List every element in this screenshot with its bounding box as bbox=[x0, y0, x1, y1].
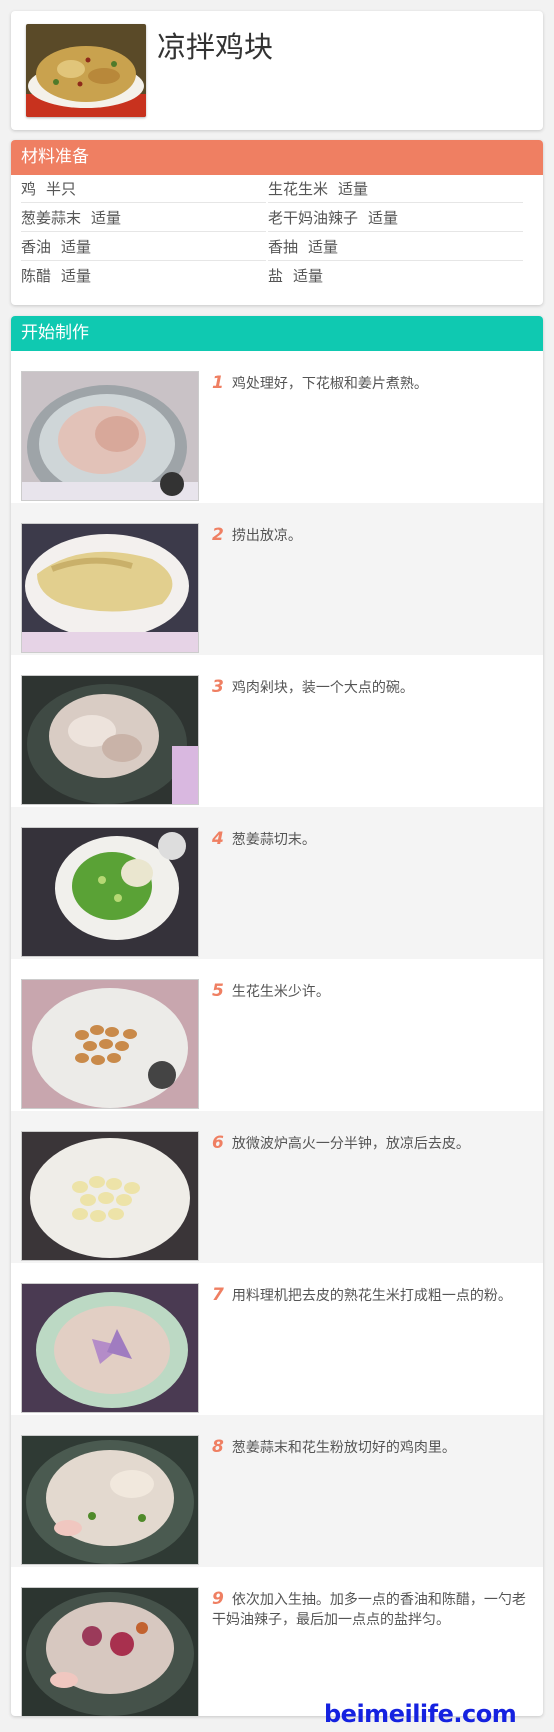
steps-header: 开始制作 bbox=[11, 316, 543, 351]
recipe-cover-image[interactable] bbox=[26, 24, 146, 117]
ingredient-name: 香油 bbox=[21, 238, 52, 256]
step-text: 捞出放凉。 bbox=[231, 528, 302, 544]
step-number: 1 bbox=[212, 373, 224, 393]
step-number: 2 bbox=[212, 525, 224, 545]
steps-card: 开始制作 1 鸡处理好，下花椒和姜片煮熟。 2 捞出放凉。 3 鸡肉剁块，装一个大点的… bbox=[11, 316, 543, 1716]
step-text: 生花生米少许。 bbox=[231, 984, 330, 1000]
step-text: 鸡肉剁块，装一个大点的碗。 bbox=[231, 680, 414, 696]
step-text: 放微波炉高火一分半钟，放凉后去皮。 bbox=[231, 1136, 470, 1152]
step-number: 8 bbox=[212, 1437, 224, 1457]
ingredients-row: 鸡半只 生花生米 适量 bbox=[11, 175, 543, 204]
ingredient-item: 葱姜蒜末 适量 bbox=[21, 204, 266, 232]
step-number: 9 bbox=[212, 1589, 224, 1609]
ingredient-name: 生花生米 bbox=[268, 180, 329, 198]
ingredients-row: 葱姜蒜末 适量 老干妈油辣子 适量 bbox=[11, 204, 543, 233]
step-item: 6 放微波炉高火一分半钟，放凉后去皮。 bbox=[11, 1111, 543, 1263]
step-description: 1 鸡处理好，下花椒和姜片煮熟。 bbox=[212, 373, 530, 394]
step-text: 用料理机把去皮的熟花生米打成粗一点的粉。 bbox=[231, 1288, 512, 1304]
ingredient-item: 香油 适量 bbox=[21, 233, 266, 261]
ingredient-amount: 适量 bbox=[61, 267, 92, 285]
step-text: 葱姜蒜切末。 bbox=[231, 832, 316, 848]
ingredient-amount: 适量 bbox=[338, 180, 369, 198]
ingredient-item: 陈醋 适量 bbox=[21, 262, 266, 290]
step-photo[interactable] bbox=[21, 371, 199, 501]
ingredients-header: 材料准备 bbox=[11, 140, 543, 175]
step-item: 7 用料理机把去皮的熟花生米打成粗一点的粉。 bbox=[11, 1263, 543, 1415]
ingredient-amount: 适量 bbox=[61, 238, 92, 256]
ingredients-row: 陈醋 适量 盐适量 bbox=[11, 262, 543, 291]
ingredients-list: 鸡半只 生花生米 适量 葱姜蒜末 适量 老干妈油辣子 适量 香油 适量 香抽 适量 陈醋适… bbox=[11, 175, 543, 291]
step-text: 鸡处理好，下花椒和姜片煮熟。 bbox=[231, 376, 428, 392]
ingredient-name: 香抽 bbox=[268, 238, 299, 256]
step-text: 葱姜蒜末和花生粉放切好的鸡肉里。 bbox=[231, 1440, 456, 1456]
step-description: 5 生花生米少许。 bbox=[212, 981, 530, 1002]
site-watermark: beimeilife.com bbox=[324, 1700, 517, 1728]
ingredient-name: 老干妈油辣子 bbox=[268, 209, 359, 227]
step-photo[interactable] bbox=[21, 1435, 199, 1565]
ingredient-item: 香抽 适量 bbox=[268, 233, 523, 261]
step-description: 2 捞出放凉。 bbox=[212, 525, 530, 546]
ingredient-amount: 半只 bbox=[46, 180, 77, 198]
ingredient-item: 鸡半只 bbox=[21, 175, 266, 203]
step-text: 依次加入生抽。加多一点的香油和陈醋，一勺老干妈油辣子，最后加一点点的盐拌匀。 bbox=[212, 1592, 526, 1628]
step-photo[interactable] bbox=[21, 979, 199, 1109]
ingredients-card: 材料准备 鸡半只 生花生米 适量 葱姜蒜末 适量 老干妈油辣子 适量 香油 适量 香抽适… bbox=[11, 140, 543, 305]
step-item: 5 生花生米少许。 bbox=[11, 959, 543, 1111]
step-item: 4 葱姜蒜切末。 bbox=[11, 807, 543, 959]
ingredient-amount: 适量 bbox=[91, 209, 122, 227]
step-photo[interactable] bbox=[21, 1131, 199, 1261]
step-item: 1 鸡处理好，下花椒和姜片煮熟。 bbox=[11, 351, 543, 503]
step-description: 3 鸡肉剁块，装一个大点的碗。 bbox=[212, 677, 530, 698]
ingredient-name: 盐 bbox=[268, 267, 284, 285]
ingredients-row: 香油 适量 香抽 适量 bbox=[11, 233, 543, 262]
step-number: 6 bbox=[212, 1133, 224, 1153]
step-photo[interactable] bbox=[21, 827, 199, 957]
step-number: 7 bbox=[212, 1285, 224, 1305]
step-description: 4 葱姜蒜切末。 bbox=[212, 829, 530, 850]
ingredient-amount: 适量 bbox=[293, 267, 324, 285]
recipe-header-card: 凉拌鸡块 bbox=[11, 11, 543, 130]
step-description: 8 葱姜蒜末和花生粉放切好的鸡肉里。 bbox=[212, 1437, 530, 1458]
step-item: 8 葱姜蒜末和花生粉放切好的鸡肉里。 bbox=[11, 1415, 543, 1567]
step-description: 7 用料理机把去皮的熟花生米打成粗一点的粉。 bbox=[212, 1285, 530, 1306]
ingredient-amount: 适量 bbox=[368, 209, 399, 227]
step-photo[interactable] bbox=[21, 1587, 199, 1716]
step-number: 4 bbox=[212, 829, 224, 849]
step-description: 9 依次加入生抽。加多一点的香油和陈醋，一勺老干妈油辣子，最后加一点点的盐拌匀。 bbox=[212, 1589, 530, 1630]
recipe-title: 凉拌鸡块 bbox=[157, 30, 274, 64]
step-item: 9 依次加入生抽。加多一点的香油和陈醋，一勺老干妈油辣子，最后加一点点的盐拌匀。 bbox=[11, 1567, 543, 1716]
step-description: 6 放微波炉高火一分半钟，放凉后去皮。 bbox=[212, 1133, 530, 1154]
step-photo[interactable] bbox=[21, 523, 199, 653]
ingredient-name: 陈醋 bbox=[21, 267, 52, 285]
step-number: 5 bbox=[212, 981, 224, 1001]
steps-list: 1 鸡处理好，下花椒和姜片煮熟。 2 捞出放凉。 3 鸡肉剁块，装一个大点的碗。 4葱… bbox=[11, 351, 543, 1716]
ingredient-item: 盐适量 bbox=[268, 262, 523, 290]
step-photo[interactable] bbox=[21, 675, 199, 805]
ingredient-item: 生花生米 适量 bbox=[268, 175, 523, 203]
step-number: 3 bbox=[212, 677, 224, 697]
step-item: 2 捞出放凉。 bbox=[11, 503, 543, 655]
step-photo[interactable] bbox=[21, 1283, 199, 1413]
ingredient-name: 葱姜蒜末 bbox=[21, 209, 82, 227]
ingredient-amount: 适量 bbox=[308, 238, 339, 256]
ingredient-item: 老干妈油辣子 适量 bbox=[268, 204, 523, 232]
step-item: 3 鸡肉剁块，装一个大点的碗。 bbox=[11, 655, 543, 807]
ingredient-name: 鸡 bbox=[21, 180, 37, 198]
